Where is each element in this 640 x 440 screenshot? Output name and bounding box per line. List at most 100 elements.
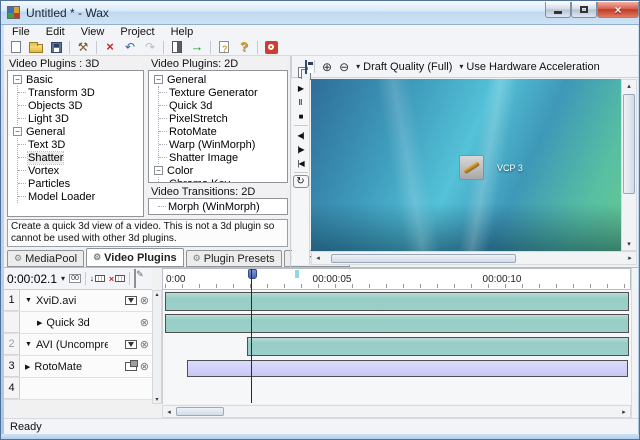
scroll-down-icon[interactable]: ▾ [627,238,631,250]
collapse-icon[interactable]: − [13,127,22,136]
panel-splitter[interactable] [290,56,291,267]
record-logo-icon[interactable] [264,40,278,54]
menu-file[interactable]: File [4,26,38,38]
tree-item-text-3d[interactable]: Text 3D [18,138,143,151]
scroll-down-icon[interactable]: ▾ [155,396,158,403]
zoom-in-icon[interactable]: ⊕ [322,60,332,74]
tree-item-pixelstretch[interactable]: PixelStretch [159,112,287,125]
tree-item-transform-3d[interactable]: Transform 3D [18,86,143,99]
tab-plugin-presets[interactable]: ⚙Plugin Presets [186,250,282,267]
tree-item-objects-3d[interactable]: Objects 3D [18,99,143,112]
clip-rotomate[interactable] [187,360,628,377]
delete-track-button[interactable]: × [109,274,125,284]
track-row-2[interactable]: 2 ▼ AVI (Uncompress... ⊗ [4,334,152,356]
edit-properties-icon[interactable]: ✎ [134,270,136,288]
track-expand-icon[interactable]: ▼ [25,341,32,348]
tree-group-color[interactable]: − Color [154,164,287,177]
clip-xvid-avi[interactable] [165,292,629,311]
tree-item-rotomate[interactable]: RotoMate [159,125,287,138]
tree-item-model-loader[interactable]: Model Loader [18,190,143,203]
preview-vertical-scrollbar[interactable]: ▴ ▾ [621,79,637,251]
save-project-icon[interactable] [49,40,63,54]
context-help-icon[interactable]: ? [217,40,231,54]
collapse-icon[interactable]: − [154,75,163,84]
tree-item-texture-generator[interactable]: Texture Generator [159,86,287,99]
list-item-morph-winmorph[interactable]: Morph (WinMorph) [158,200,287,213]
add-track-button[interactable]: ↓ [90,274,105,283]
scrollbar-thumb[interactable] [331,254,516,263]
tree-item-warp-winmorph[interactable]: Warp (WinMorph) [159,138,287,151]
tab-video-plugins[interactable]: ⚙Video Plugins [86,248,184,267]
track-output-icon[interactable] [125,296,137,305]
scrollbar-thumb[interactable] [176,407,224,416]
timecode-display[interactable]: 0:00:02.1 [7,272,57,286]
scroll-up-icon[interactable]: ▴ [155,291,158,298]
menu-help[interactable]: Help [163,26,202,38]
hardware-accel-dropdown[interactable]: ▾ Use Hardware Acceleration [459,61,599,73]
close-button[interactable]: × [597,2,639,18]
scrollbar-thumb[interactable] [623,94,635,194]
menu-view[interactable]: View [73,26,113,38]
preview-horizontal-scrollbar[interactable]: ◂ ▸ [311,251,637,265]
timecode-format-icon[interactable]: 00 [69,274,81,283]
tree-item-quick-3d[interactable]: Quick 3d [159,99,287,112]
quality-dropdown[interactable]: ▾ Draft Quality (Full) [356,61,452,73]
delete-icon[interactable]: × [103,40,117,54]
next-frame-button[interactable]: |▶ [293,142,309,156]
remove-track-icon[interactable]: ⊗ [140,338,149,351]
remove-track-icon[interactable]: ⊗ [140,360,149,373]
new-project-icon[interactable] [9,40,23,54]
scroll-left-icon[interactable]: ◂ [312,252,324,264]
tree-item-particles[interactable]: Particles [18,177,143,190]
zoom-out-icon[interactable]: ⊖ [339,60,349,74]
prev-frame-button[interactable]: ◀| [293,128,309,142]
timecode-dropdown-icon[interactable]: ▾ [61,274,65,283]
help-icon[interactable]: ? [237,40,251,54]
render-go-icon[interactable]: → [190,40,204,54]
track-expand-icon[interactable]: ▼ [25,297,32,304]
playhead-marker[interactable] [248,269,257,279]
tree-item-light-3d[interactable]: Light 3D [18,112,143,125]
tree-item-shatter[interactable]: Shatter [18,151,143,164]
track-expand-icon[interactable]: ▶ [25,363,30,371]
timeline-horizontal-scrollbar[interactable]: ◂ ▸ [162,405,631,418]
preview-window-icon[interactable] [170,40,184,54]
timeline-right-scrollbar[interactable] [631,268,638,418]
tree-item-vortex[interactable]: Vortex [18,164,143,177]
undo-icon[interactable]: ↶ [123,40,137,54]
track-expand-icon[interactable]: ▶ [37,319,42,327]
play-button[interactable]: ▶ [293,81,309,95]
clip-quick-3d-effect[interactable] [165,314,629,333]
minimize-button[interactable] [545,2,571,18]
tools-hammer-icon[interactable]: ⚒ [76,40,90,54]
scroll-left-icon[interactable]: ◂ [163,406,175,418]
tree-group-general-2d[interactable]: − General [154,73,287,86]
track-row-3[interactable]: 3 ▶ RotoMate ⊗ [4,356,152,378]
scroll-right-icon[interactable]: ▸ [618,406,630,418]
stop-button[interactable]: ■ [293,109,309,123]
playhead-line[interactable] [251,269,252,403]
scroll-up-icon[interactable]: ▴ [627,80,631,92]
track-row-4[interactable]: 4 [4,378,152,400]
tree-group-general-3d[interactable]: − General [13,125,143,138]
track-clip-icon[interactable] [125,362,137,371]
remove-effect-icon[interactable]: ⊗ [140,316,149,329]
go-to-start-button[interactable]: |◀ [293,156,309,170]
track-output-icon[interactable] [125,340,137,349]
open-project-icon[interactable] [29,40,43,54]
clip-avi-uncompressed[interactable] [247,337,629,356]
loop-button[interactable]: ↻ [293,175,309,188]
maximize-button[interactable] [571,2,597,18]
tree-item-chroma-key[interactable]: Chroma Key [159,177,287,183]
pause-button[interactable]: Ⅱ [293,95,309,109]
track-row-effect[interactable]: ▶ Quick 3d ⊗ [4,312,152,334]
menu-project[interactable]: Project [112,26,162,38]
save-frame-icon[interactable] [305,61,307,73]
collapse-icon[interactable]: − [13,75,22,84]
menu-edit[interactable]: Edit [38,26,73,38]
tree-group-basic[interactable]: − Basic [13,73,143,86]
timeline-vertical-scrollbar[interactable]: ▴ ▾ [152,290,162,404]
track-row-1[interactable]: 1 ▼ XviD.avi ⊗ [4,290,152,312]
scroll-right-icon[interactable]: ▸ [624,252,636,264]
tab-mediapool[interactable]: ⚙MediaPool [7,250,84,267]
